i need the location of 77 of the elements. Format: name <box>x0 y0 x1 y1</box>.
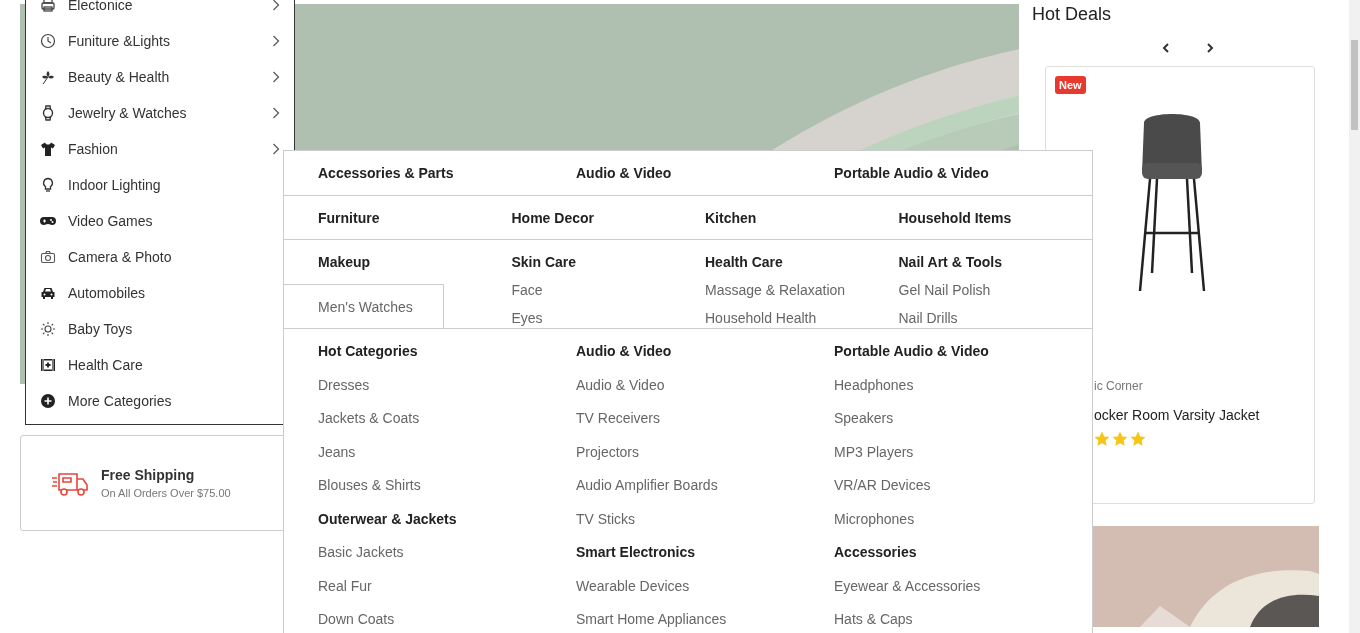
menu-link[interactable]: MP3 Players <box>834 441 1092 462</box>
chevron-icon <box>272 0 280 11</box>
menu-link[interactable]: Nail Drills <box>898 308 1092 328</box>
plus-circle-icon <box>40 393 56 409</box>
scrollbar[interactable] <box>1349 0 1360 633</box>
category-item[interactable]: Electonice <box>26 0 294 23</box>
menu-item[interactable]: Men's Watches <box>284 284 444 328</box>
shirt-icon <box>40 141 56 157</box>
menu-link[interactable]: Basic Jackets <box>318 542 576 562</box>
leaf-icon <box>40 69 56 85</box>
menu-heading[interactable]: Home Decor <box>511 207 705 228</box>
menu-link[interactable]: Massage & Relaxation <box>705 280 899 300</box>
menu-link[interactable]: TV Receivers <box>576 408 834 428</box>
chevron-right-icon <box>1206 43 1214 53</box>
menu-link[interactable]: Household Health <box>705 308 899 328</box>
watch-icon <box>40 105 56 121</box>
clock-icon <box>40 33 56 49</box>
chevron-icon <box>272 107 280 119</box>
chevron-icon <box>272 71 280 83</box>
category-item[interactable]: Beauty & Health <box>26 59 294 95</box>
menu-link[interactable]: Gel Nail Polish <box>898 280 1092 300</box>
menu-link[interactable]: Face <box>511 280 705 300</box>
menu-link[interactable]: Jeans <box>318 441 576 462</box>
bulb-icon <box>40 177 56 193</box>
car-icon <box>40 285 56 301</box>
star-icon <box>1130 431 1146 447</box>
shipping-title: Free Shipping <box>101 467 196 483</box>
new-badge: New <box>1055 76 1086 94</box>
menu-link[interactable]: VR/AR Devices <box>834 475 1092 495</box>
menu-heading[interactable]: Accessories & Parts <box>318 163 576 183</box>
menu-link[interactable]: Headphones <box>834 374 1092 395</box>
menu-link[interactable]: Wearable Devices <box>576 575 834 596</box>
menu-link[interactable]: Smart Home Appliances <box>576 609 834 629</box>
product-name: ocker Room Varsity Jacket <box>1094 407 1261 423</box>
chevron-left-icon <box>1162 43 1170 53</box>
menu-link[interactable]: Eyewear & Accessories <box>834 575 1092 596</box>
menu-link[interactable]: Audio & Video <box>576 374 834 395</box>
menu-link[interactable]: Audio Amplifier Boards <box>576 475 834 495</box>
menu-heading[interactable]: Accessories <box>834 542 1092 562</box>
section-title: Hot Deals <box>1032 4 1113 25</box>
menu-link[interactable]: Projectors <box>576 441 834 462</box>
menu-link[interactable]: TV Sticks <box>576 508 834 529</box>
menu-link[interactable]: Speakers <box>834 408 1092 428</box>
menu-heading[interactable]: Household Items <box>898 207 1092 228</box>
menu-link[interactable]: Dresses <box>318 374 576 395</box>
menu-heading[interactable]: Outerwear & Jackets <box>318 508 576 529</box>
menu-link[interactable]: Blouses & Shirts <box>318 475 576 495</box>
chevron-icon <box>272 35 280 47</box>
sun-icon <box>40 321 56 337</box>
menu-link[interactable]: Microphones <box>834 508 1092 529</box>
first-aid-icon <box>40 357 56 373</box>
menu-heading[interactable]: Kitchen <box>705 207 899 228</box>
category-item[interactable]: Funiture &Lights <box>26 23 294 59</box>
menu-link[interactable]: Eyes <box>511 308 705 328</box>
menu-link[interactable]: Down Coats <box>318 609 576 629</box>
menu-heading[interactable]: Hot Categories <box>318 341 576 361</box>
menu-heading[interactable]: Smart Electronics <box>576 542 834 562</box>
menu-link[interactable]: Jackets & Coats <box>318 408 576 428</box>
menu-heading[interactable]: Portable Audio & Video <box>834 341 1092 361</box>
camera-icon <box>40 249 56 265</box>
menu-heading[interactable]: Furniture <box>318 207 512 228</box>
printer-icon <box>40 0 56 13</box>
menu-heading[interactable]: Portable Audio & Video <box>834 163 1092 183</box>
menu-link[interactable]: Hats & Caps <box>834 609 1092 629</box>
menu-heading[interactable]: Makeup <box>318 252 512 272</box>
product-brand: ic Corner <box>1094 379 1144 393</box>
menu-heading[interactable]: Skin Care <box>511 252 705 272</box>
star-icon <box>1094 431 1110 447</box>
menu-link[interactable]: Real Fur <box>318 575 576 596</box>
shipping-subtitle: On All Orders Over $75.00 <box>101 487 231 499</box>
menu-heading[interactable]: Audio & Video <box>576 341 834 361</box>
menu-heading[interactable]: Audio & Video <box>576 163 834 183</box>
menu-heading[interactable]: Health Care <box>705 252 899 272</box>
chevron-icon <box>272 143 280 155</box>
category-item[interactable]: Jewelry & Watches <box>26 95 294 131</box>
menu-heading[interactable]: Nail Art & Tools <box>898 252 1092 272</box>
star-icon <box>1112 431 1128 447</box>
